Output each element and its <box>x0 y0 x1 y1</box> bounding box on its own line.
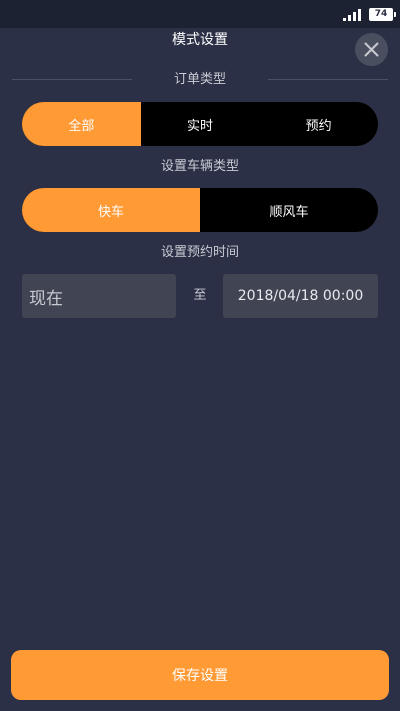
mode-settings-screen: 74 模式设置 订单类型 全部 实时 预约 设置车辆类型 快车 顺风车 设置预约… <box>0 0 400 711</box>
start-time-field[interactable]: 现在 <box>22 274 176 318</box>
save-settings-button[interactable]: 保存设置 <box>11 650 389 700</box>
order-type-all[interactable]: 全部 <box>22 102 141 146</box>
order-type-label: 订单类型 <box>173 72 226 87</box>
vehicle-type-label: 设置车辆类型 <box>160 159 239 174</box>
page-title: 模式设置 <box>172 32 228 48</box>
order-type-selector: 全部 实时 预约 <box>22 102 378 146</box>
reservation-time-label: 设置预约时间 <box>160 245 239 260</box>
order-type-realtime[interactable]: 实时 <box>141 102 260 146</box>
signal-bars-icon <box>343 9 361 21</box>
status-bar: 74 <box>0 0 400 28</box>
order-type-reserved[interactable]: 预约 <box>259 102 378 146</box>
vehicle-type-selector: 快车 顺风车 <box>22 188 378 232</box>
time-range-separator: 至 <box>193 288 207 303</box>
close-icon <box>364 42 379 57</box>
close-button[interactable] <box>355 33 388 66</box>
vehicle-type-carpool[interactable]: 顺风车 <box>200 188 378 232</box>
divider-right <box>268 79 388 80</box>
battery-icon: 74 <box>369 8 396 21</box>
end-time-field[interactable]: 2018/04/18 00:00 <box>223 274 378 318</box>
vehicle-type-express[interactable]: 快车 <box>22 188 200 232</box>
